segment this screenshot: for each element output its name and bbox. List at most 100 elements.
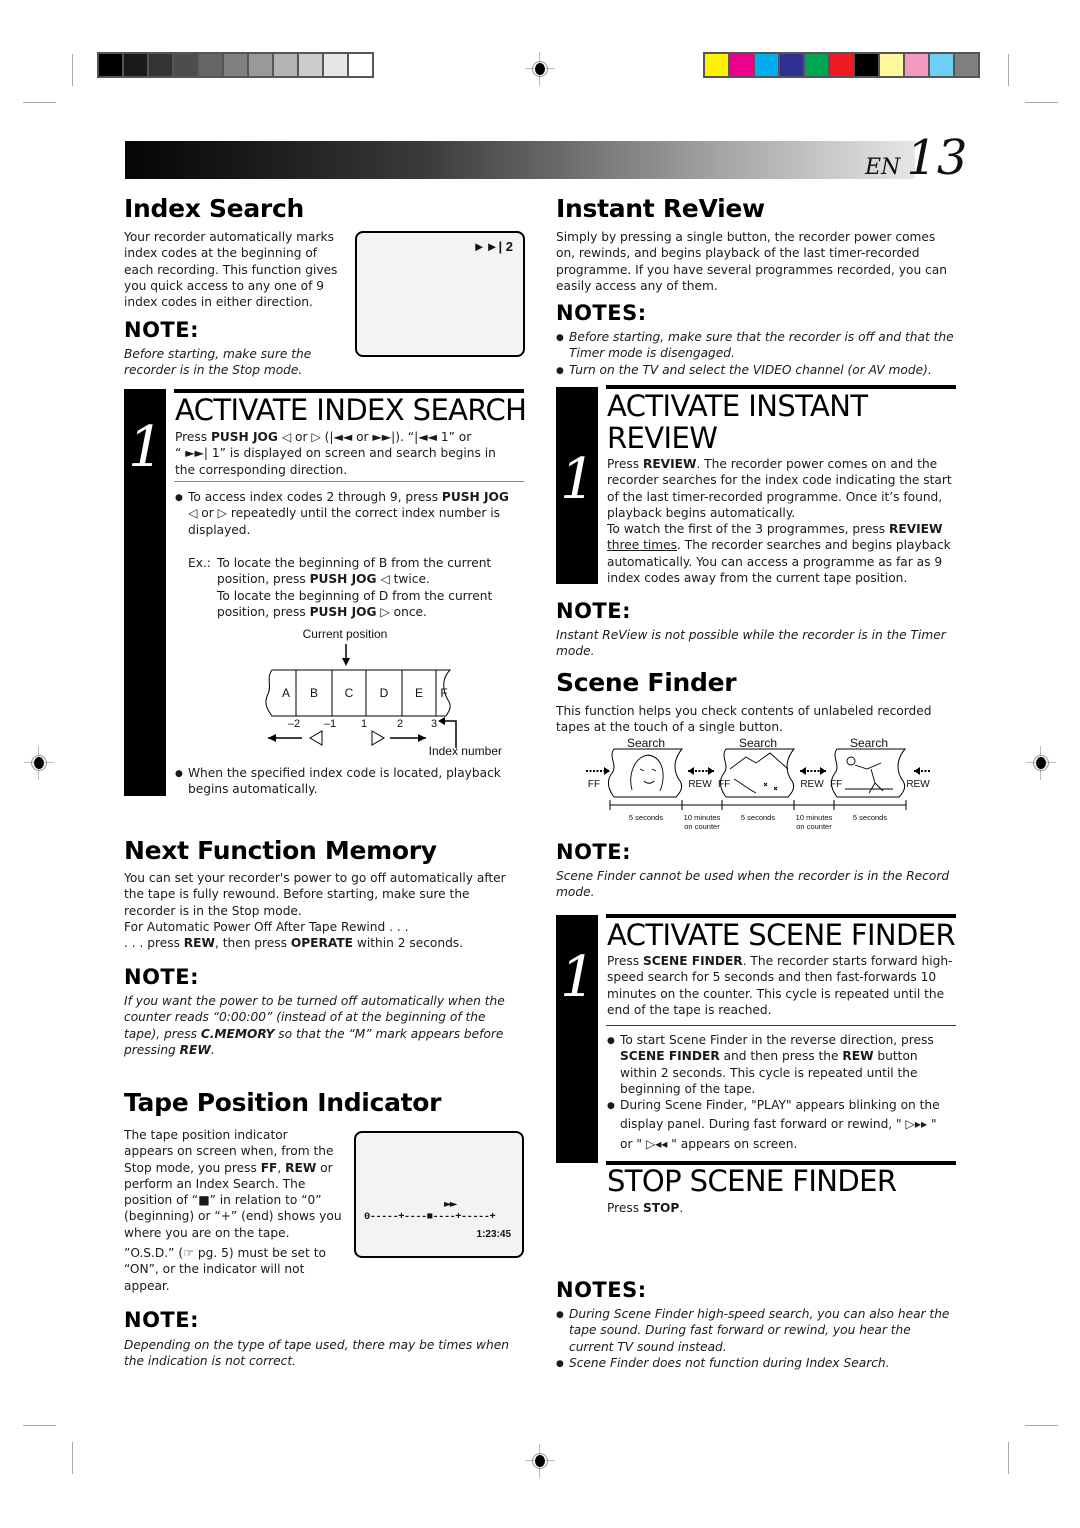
text-span: so that the “M” mark appears before: [274, 1026, 504, 1041]
scene-finder-note: Scene Finder cannot be used when the rec…: [556, 868, 949, 901]
text-span: Scene Finder does not function during In…: [556, 1355, 949, 1373]
current-position-label: Current position: [303, 627, 388, 641]
index-number: –1: [324, 718, 336, 730]
grayscale-color-bar: [97, 52, 374, 78]
text-span: Depending on the type of tape used, ther…: [124, 1338, 509, 1352]
next-function-memory-note: If you want the power to be turned off a…: [124, 993, 505, 1058]
text-span: and then press the: [719, 1049, 843, 1064]
divider: [174, 481, 524, 482]
color-swatch: [705, 54, 728, 76]
text-span: This function helps you check contents o…: [556, 704, 932, 718]
scene-finder-notes-heading: NOTES:: [556, 1278, 647, 1302]
text-span: counter reads “0:00:00” (instead of at t…: [124, 1010, 486, 1025]
text-span: For Automatic Power Off After Tape Rewin…: [124, 919, 409, 934]
ff-label: FF: [830, 779, 842, 790]
color-swatch: [199, 54, 222, 76]
text-span: Press: [607, 954, 643, 968]
index-search-intro: Your recorder automatically marks index …: [124, 229, 337, 310]
scene-finder-notes: During Scene Finder high-speed search, y…: [556, 1306, 949, 1373]
crop-mark: [72, 1442, 73, 1474]
duration-label: 10 minutes: [684, 813, 721, 822]
playback-bullet: When the specified index code is located…: [175, 765, 501, 798]
instant-review-notes-heading: NOTES:: [556, 301, 647, 325]
text-span: index codes away from the current tape p…: [607, 571, 908, 586]
next-function-memory-note-heading: NOTE:: [124, 965, 199, 989]
crop-mark: [1025, 1425, 1058, 1426]
color-swatch: [174, 54, 197, 76]
text-span: playback begins automatically.: [607, 505, 796, 520]
text-span: . The recorder power comes on and the: [696, 457, 938, 471]
forward-triangle-icon: [371, 730, 385, 746]
arrow-head-icon: [604, 767, 610, 775]
step-number: 1: [560, 447, 596, 512]
stop-scene-finder-instructions: Press STOP.: [607, 1200, 683, 1216]
scene-finder-intro: This function helps you check contents o…: [556, 703, 932, 736]
color-swatch: [249, 54, 272, 76]
text-span: display panel. During fast forward or re…: [620, 1117, 937, 1132]
tape-counter: 1:23:45: [476, 1229, 511, 1240]
color-swatch: [830, 54, 853, 76]
text-span: programme. If you have several programme…: [556, 262, 947, 277]
example-block: Ex.: To locate the beginning of B from t…: [188, 555, 492, 620]
text-span: tape), press: [124, 1026, 201, 1041]
text-span: or: [316, 1160, 333, 1175]
index-search-note-heading: NOTE:: [124, 318, 199, 342]
crop-mark: [1025, 102, 1058, 103]
text-span: REVIEW: [607, 421, 718, 455]
text-span: “ ►►| 1” is displayed on screen and sear…: [175, 446, 496, 461]
stop-scene-finder-title: STOP SCENE FINDER: [607, 1164, 897, 1198]
text-span: .: [210, 1042, 215, 1057]
text-span: To start Scene Finder in the reverse dir…: [607, 1032, 940, 1050]
text-span: index codes at the beginning of: [124, 246, 318, 261]
text-span: the corresponding direction.: [175, 462, 348, 477]
text-span: beginning of the tape.: [620, 1081, 756, 1096]
text-span: appears on screen when, from the: [124, 1144, 334, 1159]
color-swatch: [880, 54, 903, 76]
text-span: . The recorder starts forward high-: [742, 954, 953, 968]
text-span: REW: [285, 1160, 317, 1175]
text-span: REW: [179, 1042, 211, 1057]
text-span: FF: [260, 1160, 278, 1175]
text-span: To locate the beginning of D from the cu…: [217, 588, 493, 603]
text-span: mode.: [556, 885, 595, 900]
text-span: SCENE FINDER: [620, 1049, 720, 1064]
screen-index-display: ►►| 2: [472, 239, 513, 254]
text-span: ▷ once.: [376, 604, 427, 619]
arrow-head-icon: [914, 767, 920, 775]
text-span: ◁ or ▷ repeatedly until the correct inde…: [188, 506, 500, 521]
activate-scene-finder-instructions: Press SCENE FINDER. The recorder starts …: [607, 953, 952, 1018]
text-span: ◁ or ▷ (|◄◄ or ►►|). “|◄◄ 1” or: [277, 430, 472, 444]
text-span: speed search for 5 seconds and then fast…: [607, 970, 937, 985]
color-swatch: [149, 54, 172, 76]
text-span: SCENE FINDER: [642, 954, 743, 968]
arrow-head-icon: [688, 767, 694, 775]
index-number-label: Index number: [429, 744, 502, 758]
text-span: tape sound. During fast forward or rewin…: [569, 1323, 911, 1338]
text-span: recorder is in the Stop mode.: [124, 363, 303, 378]
color-swatch: [755, 54, 778, 76]
text-span: begins automatically.: [188, 782, 318, 797]
divider: [606, 1025, 956, 1026]
text-span: ”O.S.D.” (☞ pg. 5) must be set to: [124, 1246, 326, 1261]
text-span: Before starting, make sure that the reco…: [556, 329, 954, 347]
text-span: end of the tape is reached.: [607, 1002, 772, 1017]
instant-review-note: Instant ReView is not possible while the…: [556, 627, 946, 660]
text-span: REVIEW: [888, 522, 943, 537]
duration-label: 5 seconds: [853, 813, 887, 822]
color-swatch: [855, 54, 878, 76]
tape-position-indicator-heading: Tape Position Indicator: [124, 1088, 442, 1117]
page-number: EN 13: [865, 130, 967, 186]
index-search-screen: ►►| 2: [355, 231, 525, 357]
tape-position-screen: ►► 0-----+----■----+-----+ 1:23:45: [354, 1131, 524, 1258]
activate-index-search-title: ACTIVATE INDEX SEARCH: [175, 393, 527, 427]
left-arrow-icon: [268, 734, 276, 742]
text-span: Timer mode is disengaged.: [569, 346, 735, 361]
text-span: perform an Index Search. The: [124, 1176, 306, 1191]
text-span: Press: [607, 1201, 643, 1215]
tape-segment-label: E: [415, 686, 423, 700]
process-color-bar: [703, 52, 980, 78]
color-swatch: [780, 54, 803, 76]
text-span: Scene Finder cannot be used when the rec…: [556, 869, 950, 883]
registration-mark-left: [24, 746, 54, 780]
page-header-gradient: [125, 141, 915, 179]
